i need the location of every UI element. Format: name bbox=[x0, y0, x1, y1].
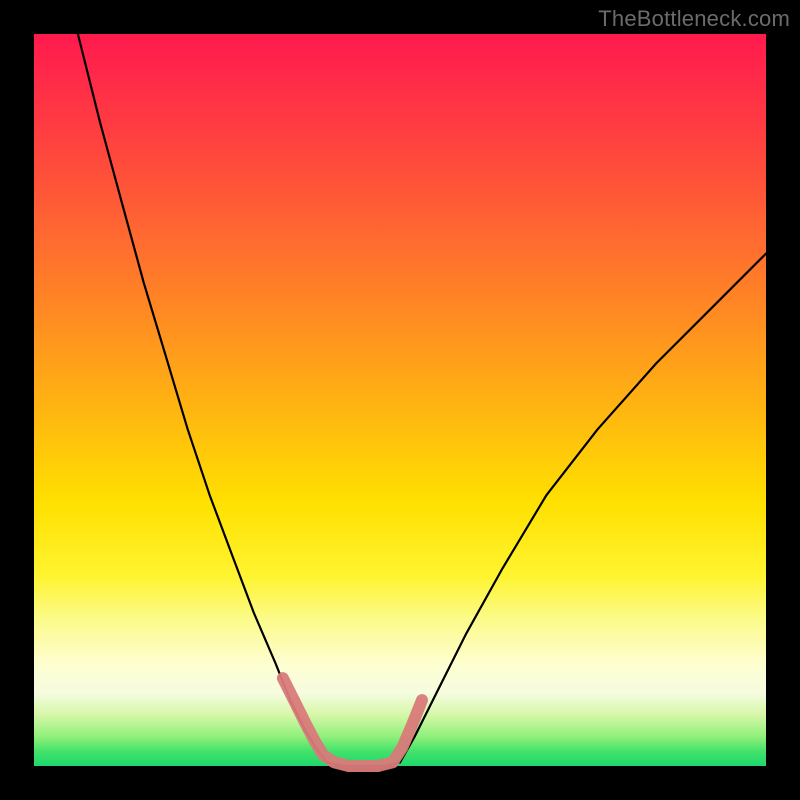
right-curve bbox=[400, 254, 766, 763]
plot-area bbox=[34, 34, 766, 766]
left-curve bbox=[78, 34, 327, 762]
chart-frame: TheBottleneck.com bbox=[0, 0, 800, 800]
watermark-text: TheBottleneck.com bbox=[598, 6, 790, 32]
highlight-markers bbox=[283, 678, 422, 766]
curve-canvas bbox=[34, 34, 766, 766]
